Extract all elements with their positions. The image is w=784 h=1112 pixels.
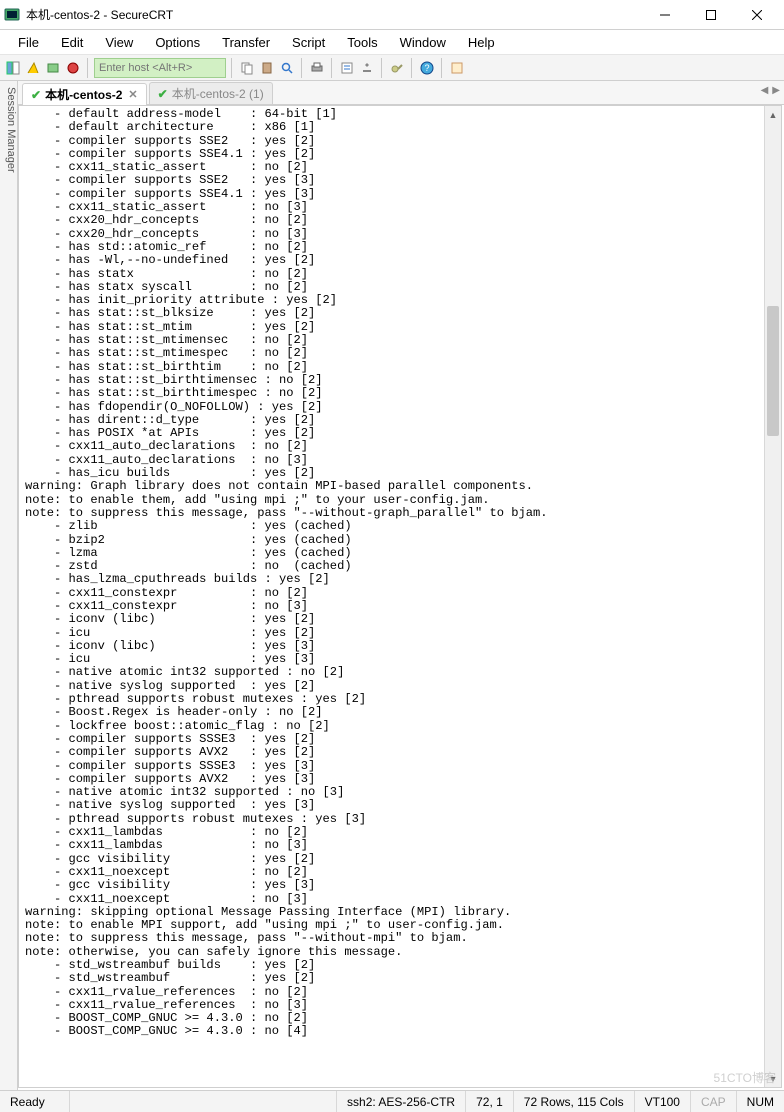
app-icon	[4, 7, 20, 23]
scroll-up-icon[interactable]: ▲	[765, 106, 781, 123]
status-ready: Ready	[0, 1091, 70, 1112]
svg-text:?: ?	[424, 63, 429, 73]
print-icon[interactable]	[308, 59, 326, 77]
key-icon[interactable]	[388, 59, 406, 77]
help-icon[interactable]: ?	[418, 59, 436, 77]
tab-session-1[interactable]: ✔ 本机-centos-2 ✕	[22, 83, 147, 105]
connect-icon[interactable]	[44, 59, 62, 77]
paste-icon[interactable]	[258, 59, 276, 77]
close-button[interactable]	[734, 0, 780, 30]
menu-window[interactable]: Window	[390, 33, 456, 52]
terminal-pane[interactable]: - default address-model : 64-bit [1] - d…	[18, 105, 782, 1088]
disconnect-icon[interactable]	[64, 59, 82, 77]
vertical-scrollbar[interactable]: ▲ ▼	[764, 106, 781, 1087]
close-tab-icon[interactable]: ✕	[128, 88, 137, 101]
status-bar: Ready ssh2: AES-256-CTR 72, 1 72 Rows, 1…	[0, 1090, 784, 1112]
menu-help[interactable]: Help	[458, 33, 505, 52]
tab-prev-icon[interactable]: ◀	[761, 85, 769, 96]
scroll-thumb[interactable]	[767, 306, 779, 436]
connected-icon: ✔	[31, 88, 41, 102]
toolbar-separator	[301, 58, 303, 78]
tab-session-2[interactable]: ✔ 本机-centos-2 (1)	[149, 82, 273, 104]
tab-nav: ◀ ▶	[761, 85, 780, 96]
menu-options[interactable]: Options	[145, 33, 210, 52]
menu-bar: File Edit View Options Transfer Script T…	[0, 30, 784, 54]
status-cipher: ssh2: AES-256-CTR	[337, 1091, 466, 1112]
menu-file[interactable]: File	[8, 33, 49, 52]
menu-tools[interactable]: Tools	[337, 33, 387, 52]
command-window-icon[interactable]	[448, 59, 466, 77]
host-input[interactable]	[94, 58, 226, 78]
tab-label: 本机-centos-2	[45, 86, 122, 103]
toolbar-separator	[381, 58, 383, 78]
find-icon[interactable]	[278, 59, 296, 77]
title-bar: 本机-centos-2 - SecureCRT	[0, 0, 784, 30]
copy-icon[interactable]	[238, 59, 256, 77]
toolbar-separator	[441, 58, 443, 78]
terminal-output: - default address-model : 64-bit [1] - d…	[19, 106, 781, 1041]
status-term: VT100	[635, 1091, 691, 1112]
menu-script[interactable]: Script	[282, 33, 335, 52]
settings-icon[interactable]	[358, 59, 376, 77]
toolbar-separator	[411, 58, 413, 78]
window-controls	[642, 0, 780, 30]
status-num: NUM	[737, 1091, 784, 1112]
tab-next-icon[interactable]: ▶	[772, 85, 780, 96]
status-cursor: 72, 1	[466, 1091, 514, 1112]
menu-transfer[interactable]: Transfer	[212, 33, 280, 52]
menu-view[interactable]: View	[95, 33, 143, 52]
toolbar-separator	[331, 58, 333, 78]
status-size: 72 Rows, 115 Cols	[514, 1091, 635, 1112]
toolbar: ?	[0, 54, 784, 81]
session-manager-tab[interactable]: Session Manager	[0, 81, 18, 1090]
connected-icon: ✔	[158, 87, 168, 101]
minimize-button[interactable]	[642, 0, 688, 30]
session-manager-icon[interactable]	[4, 59, 22, 77]
menu-edit[interactable]: Edit	[51, 33, 93, 52]
maximize-button[interactable]	[688, 0, 734, 30]
tab-label: 本机-centos-2 (1)	[172, 85, 264, 102]
quick-connect-icon[interactable]	[24, 59, 42, 77]
scroll-down-icon[interactable]: ▼	[765, 1070, 781, 1087]
properties-icon[interactable]	[338, 59, 356, 77]
tab-strip: ✔ 本机-centos-2 ✕ ✔ 本机-centos-2 (1) ◀ ▶	[18, 81, 784, 105]
toolbar-separator	[87, 58, 89, 78]
window-title: 本机-centos-2 - SecureCRT	[26, 6, 642, 23]
status-spacer	[70, 1091, 337, 1112]
toolbar-separator	[231, 58, 233, 78]
status-cap: CAP	[691, 1091, 737, 1112]
